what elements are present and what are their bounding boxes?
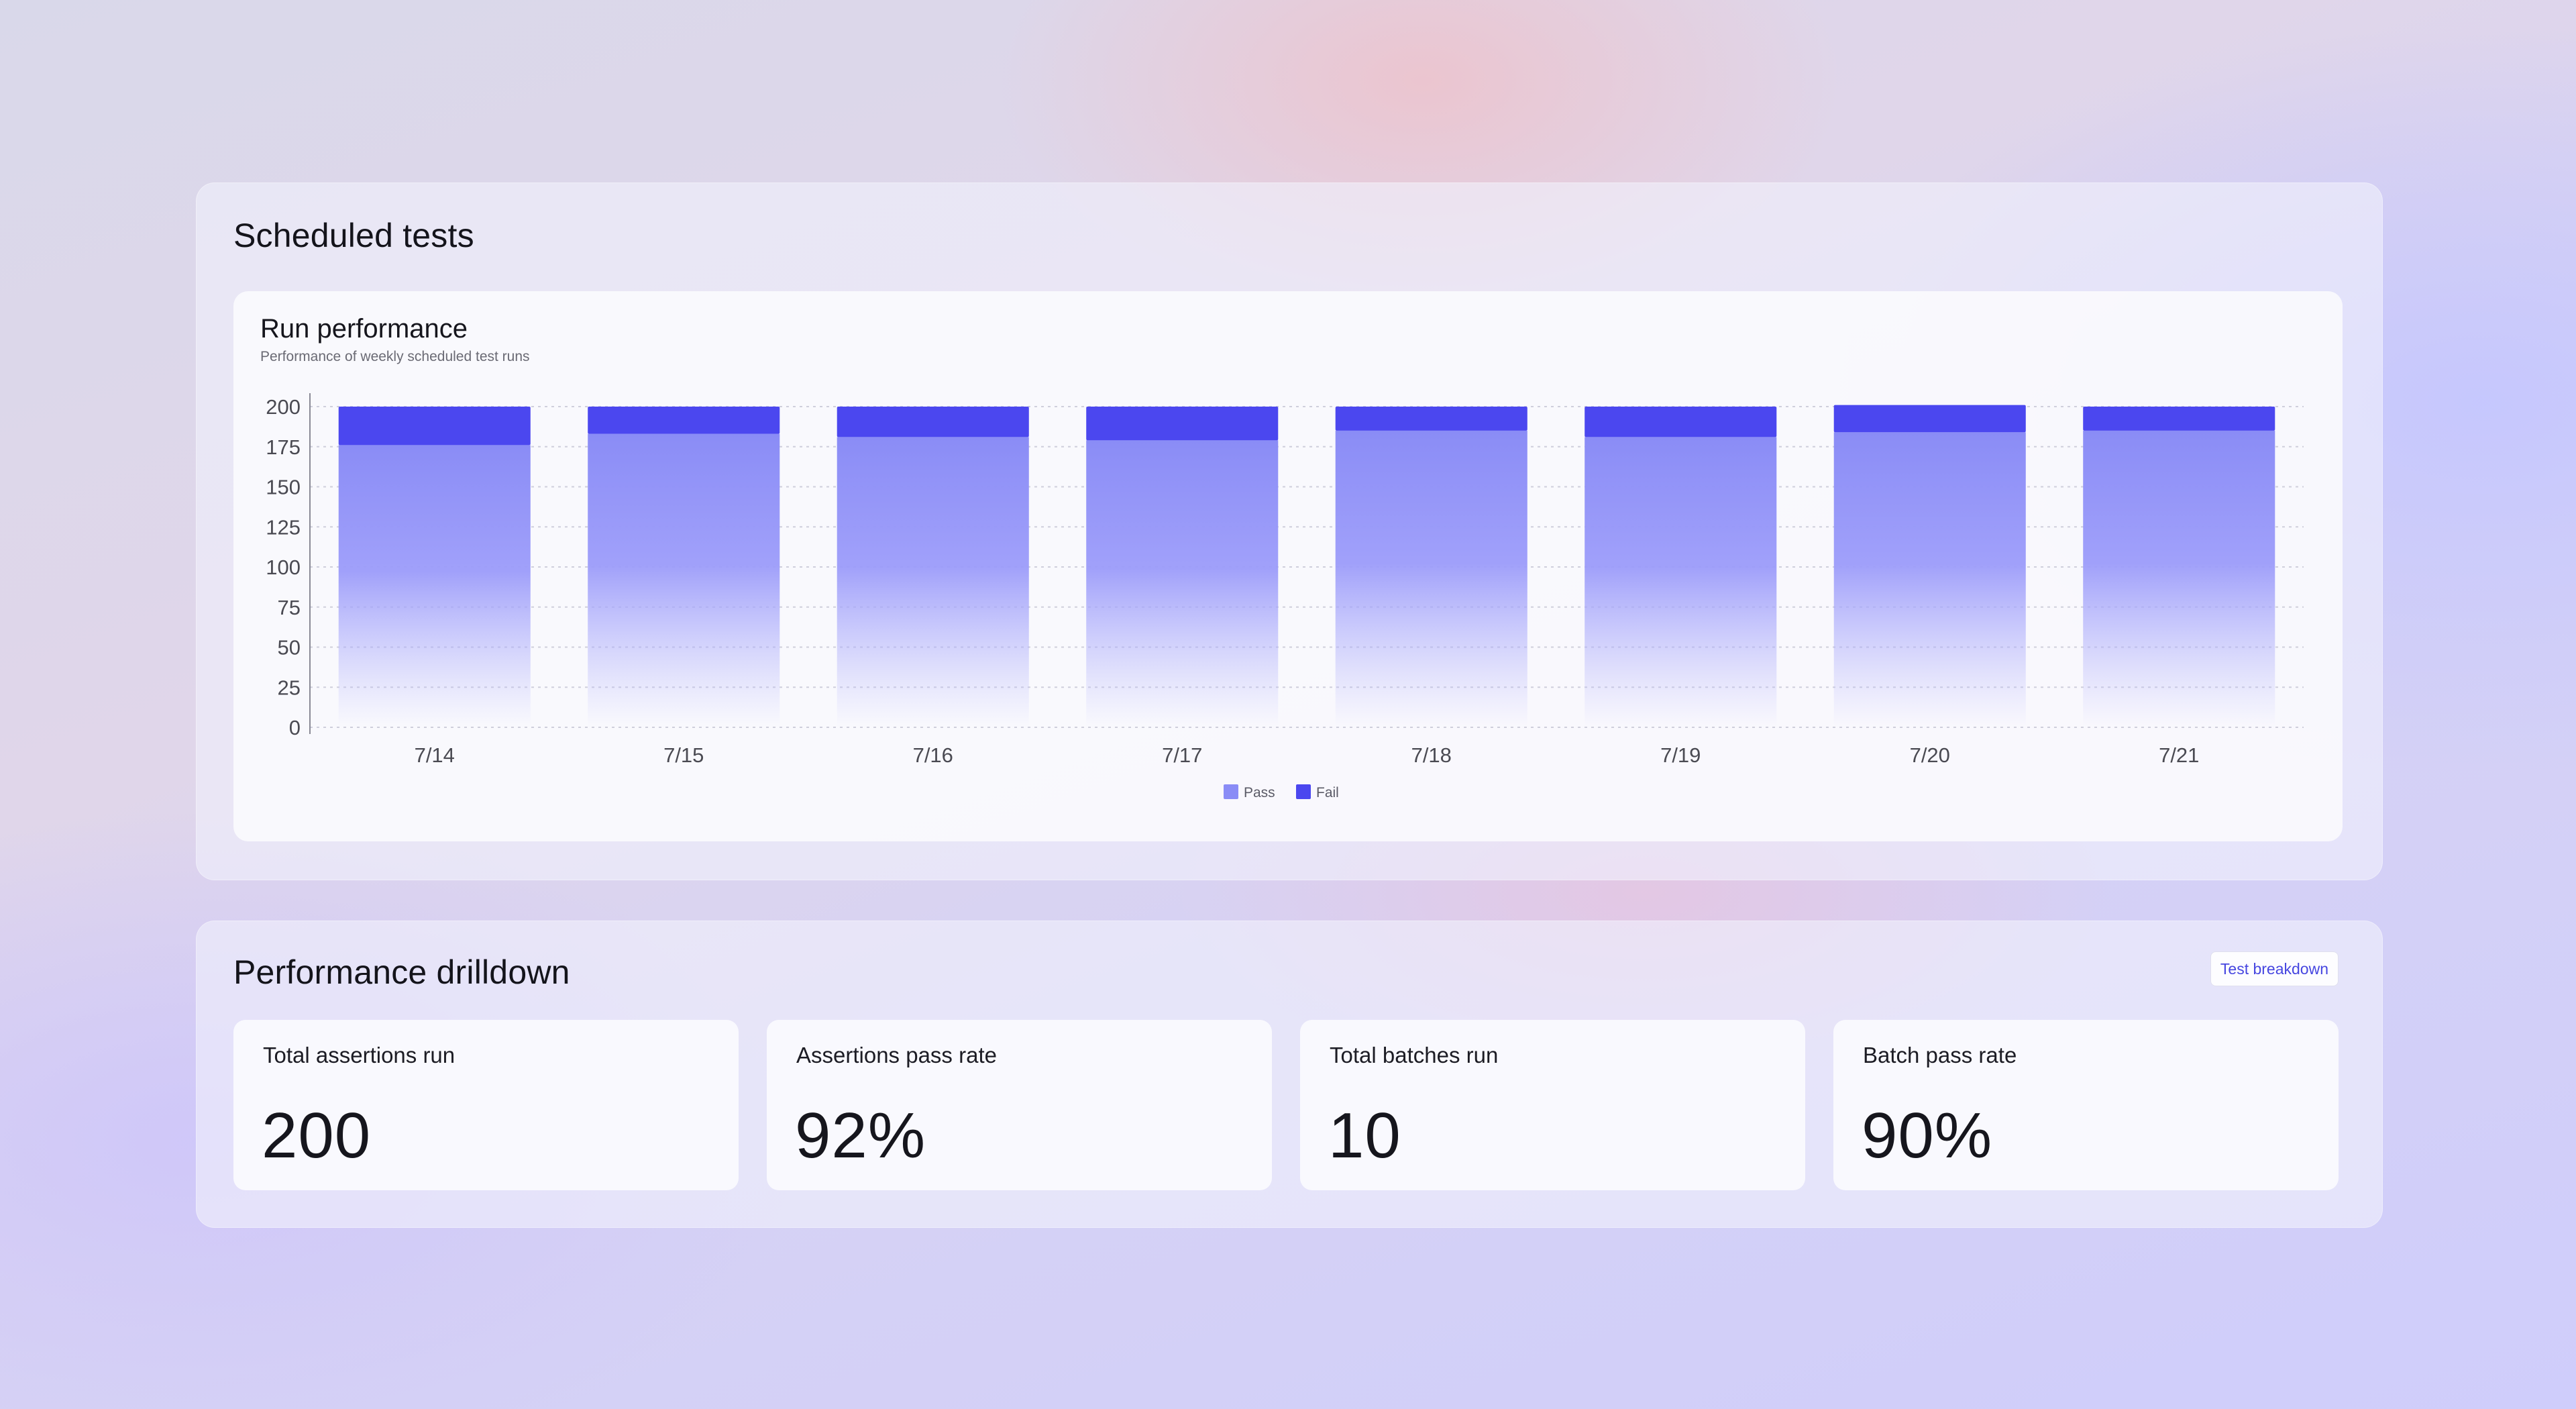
legend-swatch-pass bbox=[1224, 784, 1238, 799]
y-tick-label: 50 bbox=[278, 636, 301, 660]
stat-value: 90% bbox=[1862, 1100, 1993, 1171]
run-performance-card: Run performance Performance of weekly sc… bbox=[233, 291, 2343, 841]
stat-label: Total batches run bbox=[1330, 1043, 1499, 1067]
stat-card-total-assertions: Total assertions run 200 bbox=[233, 1020, 739, 1190]
stat-value: 200 bbox=[262, 1100, 372, 1171]
x-tick-label: 7/15 bbox=[663, 743, 704, 767]
y-tick-label: 125 bbox=[266, 515, 301, 539]
bar-fail bbox=[837, 407, 1029, 437]
stat-label: Batch pass rate bbox=[1863, 1043, 2017, 1067]
bar-fail bbox=[1833, 405, 2026, 433]
x-tick-label: 7/16 bbox=[913, 743, 953, 767]
bar-fail bbox=[2083, 407, 2275, 431]
bar-pass bbox=[837, 437, 1029, 727]
legend-swatch-fail bbox=[1296, 784, 1311, 799]
x-tick-label: 7/21 bbox=[2159, 743, 2199, 767]
bar-pass bbox=[1086, 440, 1279, 727]
legend-label-fail: Fail bbox=[1316, 785, 1339, 800]
stats-row: Total assertions run 200 Assertions pass… bbox=[233, 1020, 2339, 1190]
x-tick-label: 7/19 bbox=[1660, 743, 1701, 767]
stat-label: Total assertions run bbox=[263, 1043, 455, 1067]
x-tick-label: 7/20 bbox=[1910, 743, 1950, 767]
performance-drilldown-panel: Performance drilldown Test breakdown Tot… bbox=[196, 921, 2383, 1228]
x-tick-label: 7/14 bbox=[415, 743, 455, 767]
stat-card-total-batches: Total batches run 10 bbox=[1300, 1020, 1805, 1190]
bar-pass bbox=[588, 433, 780, 727]
y-tick-label: 150 bbox=[266, 476, 301, 499]
y-tick-label: 75 bbox=[278, 596, 301, 619]
bar-pass bbox=[1833, 432, 2026, 727]
y-tick-label: 200 bbox=[266, 395, 301, 419]
bar-fail bbox=[588, 407, 780, 434]
test-breakdown-button[interactable]: Test breakdown bbox=[2210, 951, 2339, 986]
bar-fail bbox=[1086, 407, 1279, 441]
scheduled-tests-panel: Scheduled tests Run performance Performa… bbox=[196, 182, 2383, 880]
y-tick-label: 25 bbox=[278, 676, 301, 699]
bar-fail bbox=[1585, 407, 1777, 437]
stat-value: 92% bbox=[795, 1100, 926, 1171]
bar-pass bbox=[338, 445, 531, 727]
y-tick-label: 175 bbox=[266, 435, 301, 459]
stat-value: 10 bbox=[1328, 1100, 1401, 1171]
bar-fail bbox=[1335, 407, 1527, 431]
stat-card-assertions-pass-rate: Assertions pass rate 92% bbox=[767, 1020, 1272, 1190]
section-title-scheduled-tests: Scheduled tests bbox=[233, 217, 474, 254]
stat-card-batch-pass-rate: Batch pass rate 90% bbox=[1833, 1020, 2339, 1190]
y-tick-label: 100 bbox=[266, 556, 301, 579]
section-title-performance-drilldown: Performance drilldown bbox=[233, 953, 570, 991]
x-tick-label: 7/18 bbox=[1411, 743, 1452, 767]
legend-label-pass: Pass bbox=[1244, 785, 1275, 800]
bar-pass bbox=[2083, 430, 2275, 727]
stat-label: Assertions pass rate bbox=[796, 1043, 997, 1067]
bar-fail bbox=[338, 407, 531, 446]
run-performance-chart: 0 25 50 75 100 125 150 175 200 7/14 7/15 7/16 7/17 7/… bbox=[266, 393, 2304, 800]
x-tick-label: 7/17 bbox=[1162, 743, 1202, 767]
y-tick-label: 0 bbox=[289, 716, 301, 739]
bar-pass bbox=[1335, 430, 1527, 727]
bar-pass bbox=[1585, 437, 1777, 727]
